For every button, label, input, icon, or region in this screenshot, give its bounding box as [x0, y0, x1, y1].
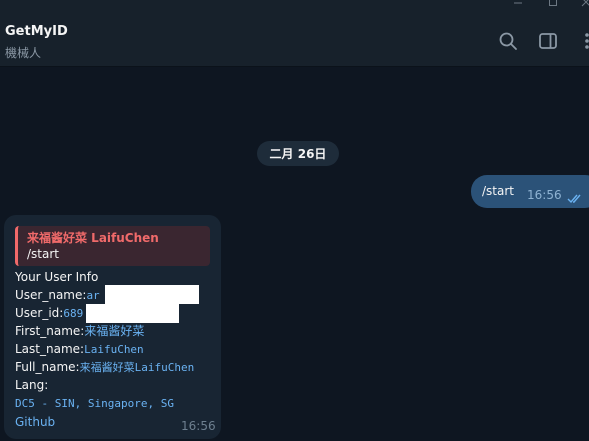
double-check-icon — [567, 189, 584, 208]
more-icon[interactable] — [576, 30, 589, 52]
firstname-row: First_name:来福酱好菜 — [15, 324, 144, 338]
minimize-icon[interactable] — [510, 0, 526, 9]
firstname-label: First_name: — [15, 324, 85, 338]
username-row: User_name:ar — [15, 288, 100, 303]
info-heading: Your User Info — [15, 270, 99, 284]
date-separator: 二月 26日 — [257, 141, 339, 166]
search-icon[interactable] — [497, 30, 519, 52]
outgoing-message-text: /start — [482, 184, 514, 198]
fullname-label: Full_name: — [15, 360, 80, 374]
userid-value[interactable]: 689 — [63, 307, 83, 320]
lastname-value[interactable]: LaifuChen — [84, 343, 144, 356]
chat-subtitle: 機械人 — [5, 46, 42, 60]
userid-label: User_id: — [15, 306, 64, 320]
chat-title[interactable]: GetMyID — [5, 24, 68, 39]
window-titlebar — [0, 0, 589, 14]
reply-quote[interactable]: 来福酱好菜 LaifuChen /start — [15, 226, 210, 266]
outgoing-message-time: 16:56 — [527, 188, 562, 202]
redacted-block — [105, 285, 199, 304]
username-label: User_name: — [15, 288, 87, 302]
side-panel-icon[interactable] — [537, 30, 559, 52]
lang-label: Lang: — [15, 378, 49, 392]
username-value[interactable]: ar — [86, 289, 99, 302]
incoming-message-time: 16:56 — [181, 419, 216, 433]
redacted-block — [86, 304, 179, 323]
lastname-label: Last_name: — [15, 342, 85, 356]
incoming-message[interactable]: 来福酱好菜 LaifuChen /start Your User Info Us… — [4, 215, 221, 439]
reply-sender-name: 来福酱好菜 LaifuChen — [27, 231, 159, 245]
outgoing-message[interactable]: /start 16:56 — [471, 175, 589, 208]
lastname-row: Last_name:LaifuChen — [15, 342, 144, 357]
github-link[interactable]: Github — [15, 415, 55, 429]
fullname-row: Full_name:来福酱好菜LaifuChen — [15, 360, 194, 375]
userid-row: User_id:689 — [15, 306, 83, 321]
dc-value[interactable]: DC5 - SIN, Singapore, SG — [15, 397, 174, 411]
firstname-value[interactable]: 来福酱好菜 — [84, 324, 144, 338]
reply-text: /start — [27, 247, 59, 261]
fullname-value[interactable]: 来福酱好菜LaifuChen — [80, 361, 195, 374]
chat-header: GetMyID 機械人 — [0, 14, 589, 67]
maximize-icon[interactable] — [545, 0, 561, 9]
close-icon[interactable] — [578, 0, 589, 9]
